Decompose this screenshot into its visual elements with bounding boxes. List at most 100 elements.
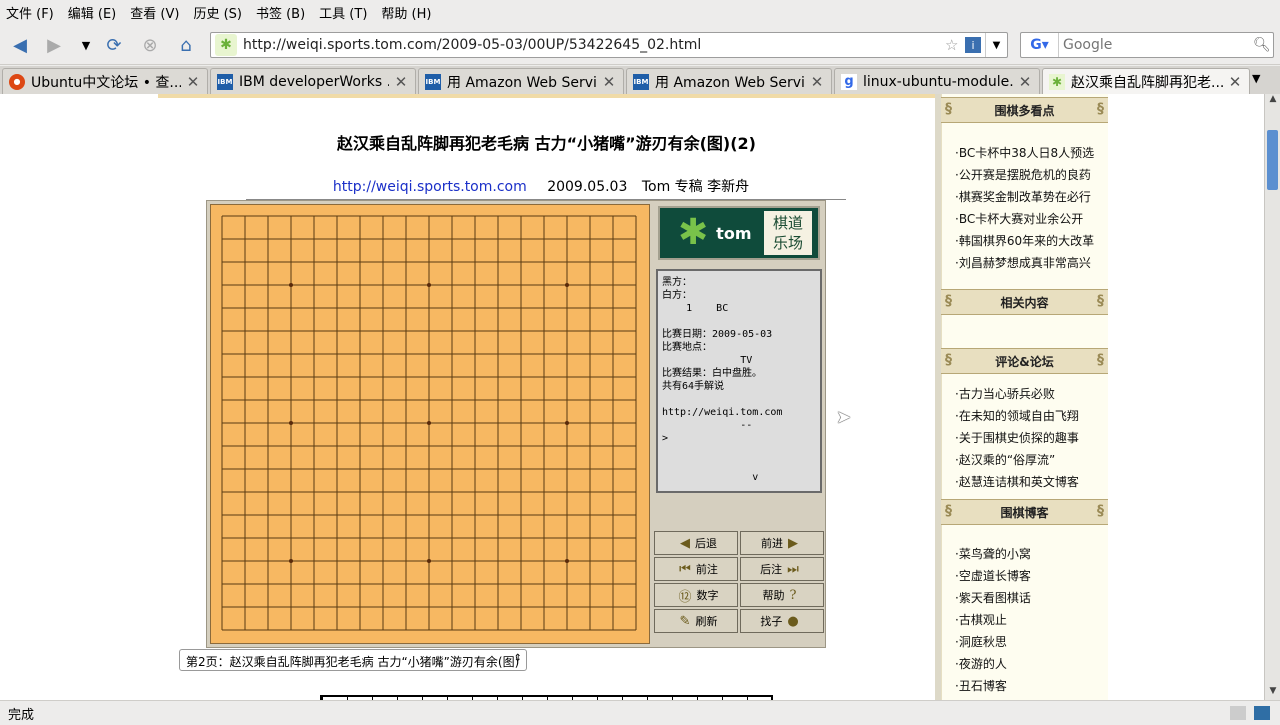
address-bar[interactable]: ✱ http://weiqi.sports.tom.com/2009-05-03… <box>210 32 1008 58</box>
menu-bar: 文件 (F) 编辑 (E) 查看 (V) 历史 (S) 书签 (B) 工具 (T… <box>0 0 1280 25</box>
star-point <box>289 421 293 425</box>
star-point <box>565 283 569 287</box>
url-text[interactable]: http://weiqi.sports.tom.com/2009-05-03/0… <box>243 37 945 53</box>
star-point <box>565 421 569 425</box>
tab-bar: ● Ubuntu中文论坛 • 查... ✕ IBM IBM developerW… <box>0 66 1280 94</box>
scroll-thumb[interactable] <box>1267 130 1278 190</box>
sidebar-link[interactable]: ·公开赛是摆脱危机的良药 <box>955 166 1091 183</box>
tab-list-icon[interactable]: ▼ <box>1252 72 1260 85</box>
sidebar-link[interactable]: ·菜鸟聋的小窝 <box>955 545 1031 562</box>
star-point <box>427 559 431 563</box>
google-icon: g <box>841 73 857 90</box>
sidebar-link[interactable]: ·BC卡杯大赛对业余公开 <box>955 210 1083 227</box>
article-top-bar <box>158 94 935 98</box>
logo-calligraphy: 棋道 乐场 <box>764 211 812 255</box>
stone-icon: ● <box>787 613 799 629</box>
back-move-button[interactable]: ◀ 后退 <box>654 531 738 555</box>
source-link[interactable]: http://weiqi.sports.tom.com <box>333 179 527 195</box>
search-icon[interactable]: 🔍︎ <box>1253 37 1273 53</box>
menu-history[interactable]: 历史 (S) <box>193 3 242 22</box>
sidebar-link[interactable]: ·BC卡杯中38人日8人预选 <box>955 144 1094 161</box>
next-comment-button[interactable]: 后注 ⏭ <box>740 557 824 581</box>
close-icon[interactable]: ✕ <box>809 73 825 91</box>
game-info-text: 黑方： 白方： 1 BC 比赛日期：2009-05-03 比赛地点： TV 比赛… <box>662 277 783 483</box>
select-arrow-icon: ⇕ <box>513 653 522 664</box>
addon-icon[interactable] <box>1230 706 1246 720</box>
page-content: 赵汉乘自乱阵脚再犯老毛病 古力“小猪嘴”游刃有余(图)(2) http://we… <box>0 94 1264 700</box>
close-icon[interactable]: ✕ <box>1017 73 1033 91</box>
star-point <box>427 421 431 425</box>
tab-ubuntu-forum[interactable]: ● Ubuntu中文论坛 • 查... ✕ <box>2 68 208 94</box>
sidebar-link[interactable]: ·在未知的领域自由飞翔 <box>955 407 1079 424</box>
close-icon[interactable]: ✕ <box>393 73 409 91</box>
search-bar[interactable]: G▾ 🔍︎ <box>1020 32 1274 58</box>
stop-icon[interactable]: ⊗ <box>138 33 162 57</box>
search-input[interactable] <box>1059 37 1253 53</box>
logo-text: tom <box>716 223 752 243</box>
reload-icon[interactable]: ⟳ <box>102 33 126 57</box>
go-board[interactable] <box>210 204 650 644</box>
menu-bookmarks[interactable]: 书签 (B) <box>256 3 305 22</box>
ibm-icon: IBM <box>425 73 441 90</box>
menu-help[interactable]: 帮助 (H) <box>381 3 431 22</box>
history-dropdown-icon[interactable]: ▼ <box>74 33 98 57</box>
menu-edit[interactable]: 编辑 (E) <box>68 3 117 22</box>
prev-comment-button[interactable]: ⏮ 前注 <box>654 557 738 581</box>
navigation-toolbar: ◀ ▶ ▼ ⟳ ⊗ ⌂ ✱ http://weiqi.sports.tom.co… <box>0 25 1280 65</box>
article-date: 2009.05.03 <box>547 179 628 195</box>
close-icon[interactable]: ✕ <box>601 73 617 91</box>
menu-file[interactable]: 文件 (F) <box>6 3 54 22</box>
google-engine-icon[interactable]: G▾ <box>1021 33 1059 57</box>
sidebar-link[interactable]: ·夜游的人 <box>955 655 1007 672</box>
sidebar-link[interactable]: ·刘昌赫梦想成真非常高兴 <box>955 254 1091 271</box>
scroll-up-icon[interactable]: ▲ <box>1267 94 1279 108</box>
number-button[interactable]: ⑫ 数字 <box>654 583 738 607</box>
tools-icon[interactable] <box>1254 706 1270 720</box>
forward-move-button[interactable]: 前进 ▶ <box>740 531 824 555</box>
tab-amazon-2[interactable]: IBM 用 Amazon Web Servi... ✕ <box>626 68 832 94</box>
section-header: 围棋多看点 <box>941 97 1108 123</box>
help-button[interactable]: 帮助? <box>740 583 824 607</box>
tab-linux-ubuntu[interactable]: g linux-ubuntu-module... ✕ <box>834 68 1040 94</box>
page-select[interactable]: 第2页：赵汉乘自乱阵脚再犯老毛病 古力“小猪嘴”游刃有余(图) ⇕ <box>179 649 527 671</box>
sidebar-link[interactable]: ·关于围棋史侦探的趣事 <box>955 429 1079 446</box>
ubuntu-icon: ● <box>9 73 25 90</box>
bookmark-star-icon[interactable]: ☆ <box>945 36 965 54</box>
game-info-box: 黑方： 白方： 1 BC 比赛日期：2009-05-03 比赛地点： TV 比赛… <box>656 269 822 493</box>
go-board-widget: ✱ tom 棋道 乐场 黑方： 白方： 1 BC 比赛日期：2009-05-03… <box>206 200 826 648</box>
scroll-down-icon[interactable]: ▼ <box>1267 686 1279 700</box>
site-identity-icon[interactable]: ✱ <box>215 34 237 56</box>
vertical-scrollbar[interactable]: ▲ ▼ <box>1264 94 1280 700</box>
menu-view[interactable]: 查看 (V) <box>130 3 179 22</box>
back-icon[interactable]: ◀ <box>8 33 32 57</box>
star-point <box>289 283 293 287</box>
sidebar-link[interactable]: ·韩国棋界60年来的大改革 <box>955 232 1094 249</box>
close-icon[interactable]: ✕ <box>185 73 201 91</box>
sidebar-link[interactable]: ·空虚道长博客 <box>955 567 1031 584</box>
forward-icon[interactable]: ▶ <box>42 33 66 57</box>
page-info-icon[interactable]: i <box>965 37 981 53</box>
go-board-grid <box>221 215 637 631</box>
home-icon[interactable]: ⌂ <box>174 33 198 57</box>
find-stone-button[interactable]: 找子 ● <box>740 609 824 633</box>
close-icon[interactable]: ✕ <box>1227 73 1243 91</box>
status-text: 完成 <box>8 707 35 723</box>
sidebar-link[interactable]: ·古力当心骄兵必败 <box>955 385 1055 402</box>
url-dropdown-icon[interactable]: ▼ <box>985 33 1007 57</box>
sidebar-link[interactable]: ·古棋观止 <box>955 611 1007 628</box>
tom-weiqi-logo: ✱ tom 棋道 乐场 <box>658 206 820 260</box>
byline: http://weiqi.sports.tom.com 2009.05.03 T… <box>246 176 846 200</box>
tab-ibm-developerworks[interactable]: IBM IBM developerWorks ... ✕ <box>210 68 416 94</box>
sidebar-link[interactable]: ·紫天看图棋话 <box>955 589 1031 606</box>
question-icon: ? <box>789 587 797 603</box>
tab-amazon-1[interactable]: IBM 用 Amazon Web Servi... ✕ <box>418 68 624 94</box>
tab-weiqi-article[interactable]: ✱ 赵汉乘自乱阵脚再犯老... ✕ <box>1042 68 1250 94</box>
tom-icon: ✱ <box>1049 73 1065 90</box>
refresh-button[interactable]: ✎ 刷新 <box>654 609 738 633</box>
sidebar-link[interactable]: ·棋赛奖金制改革势在必行 <box>955 188 1091 205</box>
sidebar-link[interactable]: ·赵慧连诘棋和英文博客 <box>955 473 1079 490</box>
sidebar-link[interactable]: ·洞庭秋思 <box>955 633 1007 650</box>
sidebar-link[interactable]: ·丑石博客 <box>955 677 1007 694</box>
menu-tools[interactable]: 工具 (T) <box>319 3 367 22</box>
sidebar-link[interactable]: ·赵汉乘的“俗厚流” <box>955 451 1055 468</box>
